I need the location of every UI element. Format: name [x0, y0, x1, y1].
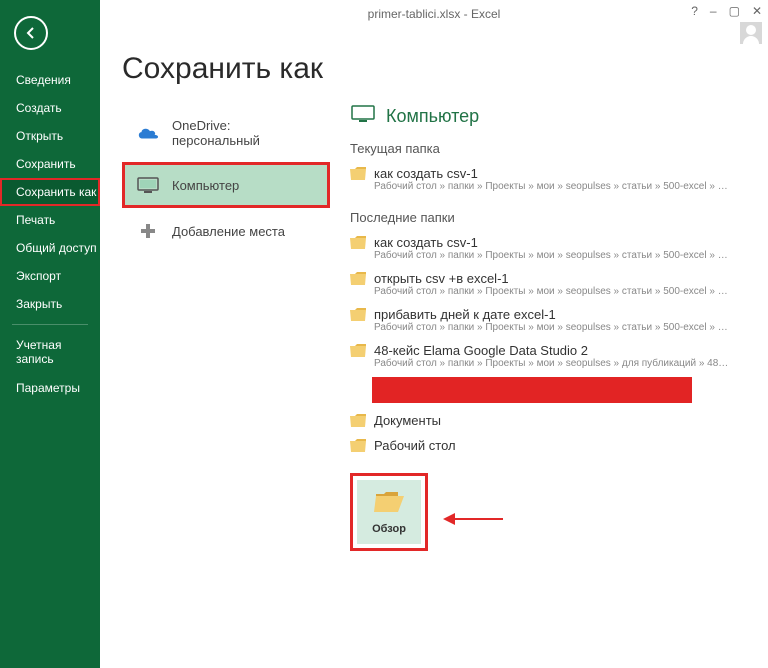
save-detail-pane: Компьютер Текущая папка как создать csv-…	[330, 104, 748, 551]
nav-export[interactable]: Экспорт	[0, 262, 100, 290]
close-icon[interactable]: ✕	[752, 4, 762, 18]
recent-folder[interactable]: прибавить дней к дате excel-1 Рабочий ст…	[350, 303, 748, 339]
computer-icon	[136, 176, 160, 194]
folder-icon	[350, 272, 366, 285]
folder-name: 48-кейс Elama Google Data Studio 2	[374, 343, 588, 358]
backstage-sidebar: Сведения Создать Открыть Сохранить Сохра…	[0, 0, 100, 668]
save-places-list: OneDrive: персональный Компьютер Добавле…	[122, 104, 330, 551]
title-bar: primer-tablici.xlsx - Excel ? – ▢ ✕	[100, 0, 768, 28]
window-controls: ? – ▢ ✕	[691, 4, 762, 18]
recent-folder[interactable]: открыть csv +в excel-1 Рабочий стол » па…	[350, 267, 748, 303]
folder-open-icon	[374, 490, 404, 517]
backstage-main: Сохранить как OneDrive: персональный Ком…	[100, 40, 768, 668]
folder-icon	[350, 308, 366, 321]
place-add-location[interactable]: Добавление места	[122, 208, 330, 254]
nav-new[interactable]: Создать	[0, 94, 100, 122]
minimize-icon[interactable]: –	[710, 4, 717, 18]
redacted-block	[372, 377, 692, 403]
restore-icon[interactable]: ▢	[729, 4, 740, 18]
nav-share[interactable]: Общий доступ	[0, 234, 100, 262]
nav-save[interactable]: Сохранить	[0, 150, 100, 178]
computer-icon	[350, 104, 376, 129]
window-title: primer-tablici.xlsx - Excel	[368, 7, 501, 21]
help-icon[interactable]: ?	[691, 4, 698, 18]
folder-path: Рабочий стол » папки » Проекты » мои » s…	[350, 322, 730, 333]
folder-name: Документы	[374, 413, 441, 428]
cloud-icon	[136, 124, 160, 142]
place-onedrive[interactable]: OneDrive: персональный	[122, 104, 330, 162]
plus-icon	[136, 222, 160, 240]
recent-folders-label: Последние папки	[350, 210, 748, 225]
folder-name: как создать csv-1	[374, 235, 478, 250]
folder-icon	[350, 414, 366, 427]
nav-options[interactable]: Параметры	[0, 374, 100, 402]
current-folder-label: Текущая папка	[350, 141, 748, 156]
browse-highlight: Обзор	[350, 473, 428, 551]
browse-label: Обзор	[372, 523, 406, 535]
current-folder[interactable]: как создать csv-1 Рабочий стол » папки »…	[350, 162, 748, 198]
folder-path: Рабочий стол » папки » Проекты » мои » s…	[350, 250, 730, 261]
folder-path: Рабочий стол » папки » Проекты » мои » s…	[350, 286, 730, 297]
nav-open[interactable]: Открыть	[0, 122, 100, 150]
place-label: Добавление места	[172, 224, 285, 239]
folder-path: Рабочий стол » папки » Проекты » мои » s…	[350, 181, 730, 192]
nav-info[interactable]: Сведения	[0, 66, 100, 94]
nav-account[interactable]: Учетная запись	[0, 331, 100, 374]
detail-header: Компьютер	[350, 104, 748, 129]
back-button[interactable]	[14, 16, 48, 50]
page-title: Сохранить как	[122, 52, 748, 86]
folder-icon	[350, 439, 366, 452]
nav-print[interactable]: Печать	[0, 206, 100, 234]
recent-folder[interactable]: как создать csv-1 Рабочий стол » папки »…	[350, 231, 748, 267]
folder-name: Рабочий стол	[374, 438, 456, 453]
recent-folder[interactable]: 48-кейс Elama Google Data Studio 2 Рабоч…	[350, 339, 748, 375]
browse-button[interactable]: Обзор	[357, 480, 421, 544]
folder-name: прибавить дней к дате excel-1	[374, 307, 556, 322]
nav-save-as[interactable]: Сохранить как	[0, 178, 100, 206]
folder-icon	[350, 167, 366, 180]
annotation-arrow	[443, 512, 503, 531]
place-label: Компьютер	[172, 178, 239, 193]
place-computer[interactable]: Компьютер	[122, 162, 330, 208]
nav-close[interactable]: Закрыть	[0, 290, 100, 318]
divider	[12, 324, 88, 325]
detail-title: Компьютер	[386, 106, 479, 127]
folder-icon	[350, 344, 366, 357]
place-label: OneDrive: персональный	[172, 118, 316, 148]
recent-folder[interactable]: Рабочий стол	[350, 434, 748, 459]
recent-folder[interactable]: Документы	[350, 409, 748, 434]
folder-icon	[350, 236, 366, 249]
folder-path: Рабочий стол » папки » Проекты » мои » s…	[350, 358, 730, 369]
folder-name: как создать csv-1	[374, 166, 478, 181]
folder-name: открыть csv +в excel-1	[374, 271, 509, 286]
